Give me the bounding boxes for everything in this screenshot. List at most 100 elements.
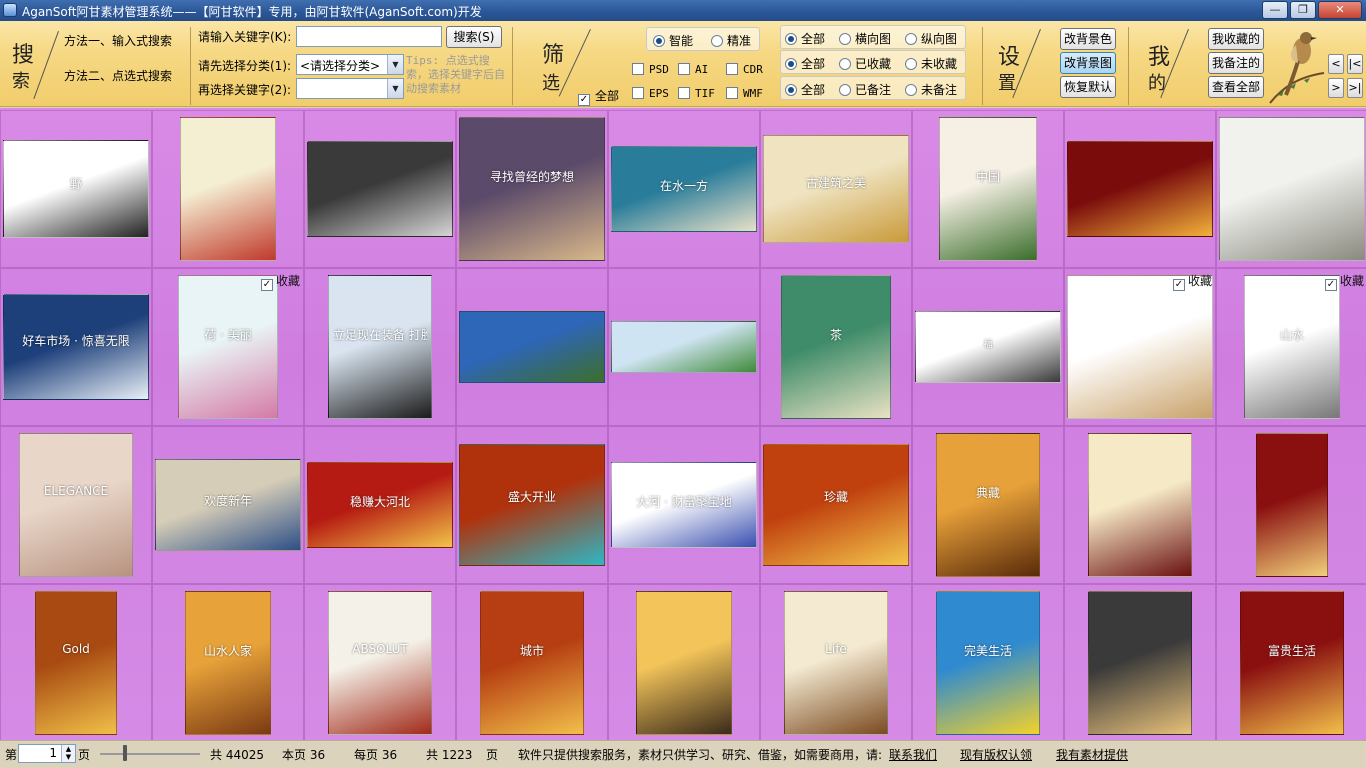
format-cdr-checkbox[interactable]: CDR <box>726 63 763 76</box>
thumbnail-image[interactable]: 大河 · 财富聚宝地 <box>611 462 757 548</box>
minimize-button[interactable]: — <box>1262 1 1288 19</box>
thumbnail-image[interactable]: 古建筑之美 <box>763 135 909 243</box>
thumbnail-cell[interactable]: 山水 ✓ 收藏 <box>1216 268 1366 426</box>
change-bg-image-button[interactable]: 改背景图 <box>1060 52 1116 74</box>
thumbnail-image[interactable]: 山水人家 <box>185 591 271 735</box>
format-tif-checkbox[interactable]: TIF <box>678 87 715 100</box>
zoom-slider-thumb[interactable] <box>123 745 127 761</box>
thumbnail-cell[interactable]: 茶 <box>760 268 912 426</box>
thumbnail-cell[interactable]: 立足现在装备 打胜仗 <box>304 268 456 426</box>
thumbnail-image[interactable]: 珍藏 <box>763 444 909 566</box>
close-button[interactable]: ✕ <box>1318 1 1362 19</box>
notes-yes-radio[interactable]: 已备注 <box>839 81 891 98</box>
thumbnail-image[interactable]: 在水一方 <box>611 146 757 232</box>
contact-us-link[interactable]: 联系我们 <box>889 746 937 763</box>
thumbnail-image[interactable]: ELEGANCE <box>19 433 133 577</box>
thumbnail-cell[interactable] <box>1216 110 1366 268</box>
thumbnail-cell[interactable]: 完美生活 <box>912 584 1064 740</box>
thumbnail-image[interactable]: 荷 · 美丽 <box>178 275 278 419</box>
thumbnail-image[interactable]: 寻找曾经的梦想 <box>459 117 605 261</box>
copyright-claim-link[interactable]: 现有版权认领 <box>960 746 1032 763</box>
thumbnail-cell[interactable]: 稳赚大河北 <box>304 426 456 584</box>
thumbnail-image[interactable]: 野 <box>3 140 149 238</box>
thumbnail-image[interactable]: 富贵生活 <box>1240 591 1344 735</box>
thumbnail-cell[interactable] <box>1216 426 1366 584</box>
thumbnail-image[interactable]: 茶 <box>781 275 891 419</box>
thumbnail-image[interactable]: 盛大开业 <box>459 444 605 566</box>
thumbnail-cell[interactable]: 城市 <box>456 584 608 740</box>
thumbnail-image[interactable]: Life <box>784 591 888 735</box>
favorite-checkbox[interactable]: ✓ 收藏 <box>260 272 300 291</box>
thumbnail-cell[interactable]: 中国 <box>912 110 1064 268</box>
thumbnail-image[interactable]: 中国 <box>939 117 1037 261</box>
format-ai-checkbox[interactable]: AI <box>678 63 708 76</box>
notes-all-radio[interactable]: 全部 <box>785 81 825 98</box>
thumbnail-image[interactable] <box>1088 433 1192 577</box>
thumbnail-cell[interactable]: 珍藏 <box>760 426 912 584</box>
thumbnail-image[interactable]: 好车市场 · 惊喜无限 <box>3 294 149 400</box>
last-page-button[interactable]: >| <box>1347 78 1363 98</box>
maximize-button[interactable]: ❐ <box>1290 1 1316 19</box>
prev-page-button[interactable]: < <box>1328 54 1344 74</box>
zoom-slider-track[interactable] <box>100 753 200 755</box>
thumbnail-image[interactable] <box>1067 275 1213 419</box>
thumbnail-image[interactable]: 典藏 <box>936 433 1040 577</box>
orientation-portrait-radio[interactable]: 纵向图 <box>905 30 957 47</box>
thumbnail-cell[interactable]: ABSOLUT <box>304 584 456 740</box>
thumbnail-cell[interactable]: 典藏 <box>912 426 1064 584</box>
thumbnail-cell[interactable]: 福 <box>912 268 1064 426</box>
format-wmf-checkbox[interactable]: WMF <box>726 87 763 100</box>
orientation-landscape-radio[interactable]: 横向图 <box>839 30 891 47</box>
thumbnail-image[interactable]: 福 <box>915 311 1061 383</box>
keyword-input[interactable] <box>296 26 442 47</box>
thumbnail-image[interactable]: Gold <box>35 591 117 735</box>
thumbnail-image[interactable]: 城市 <box>480 591 584 735</box>
thumbnail-image[interactable]: ABSOLUT <box>328 591 432 735</box>
thumbnail-cell[interactable]: 在水一方 <box>608 110 760 268</box>
format-eps-checkbox[interactable]: EPS <box>632 87 669 100</box>
my-favorites-button[interactable]: 我收藏的 <box>1208 28 1264 50</box>
restore-default-button[interactable]: 恢复默认 <box>1060 76 1116 98</box>
favorite-checkbox[interactable]: ✓ 收藏 <box>1324 272 1364 291</box>
change-bg-color-button[interactable]: 改背景色 <box>1060 28 1116 50</box>
thumbnail-image[interactable]: 稳赚大河北 <box>307 462 453 548</box>
favorite-checkbox[interactable]: ✓ 收藏 <box>1172 272 1212 291</box>
thumbnail-cell[interactable]: 大河 · 财富聚宝地 <box>608 426 760 584</box>
first-page-button[interactable]: |< <box>1347 54 1363 74</box>
thumbnail-cell[interactable] <box>1064 426 1216 584</box>
thumbnail-cell[interactable] <box>608 268 760 426</box>
thumbnail-image[interactable] <box>180 117 276 261</box>
orientation-all-radio[interactable]: 全部 <box>785 30 825 47</box>
thumbnail-cell[interactable] <box>1064 110 1216 268</box>
thumbnail-cell[interactable]: 野 <box>0 110 152 268</box>
page-number-spinner[interactable]: 1 ▲ ▼ <box>18 744 76 763</box>
keyword2-select[interactable]: ▼ <box>296 78 404 99</box>
thumbnail-cell[interactable]: 欢度新年 <box>152 426 304 584</box>
next-page-button[interactable]: > <box>1328 78 1344 98</box>
thumbnail-image[interactable] <box>1256 433 1328 577</box>
thumbnail-cell[interactable]: 好车市场 · 惊喜无限 <box>0 268 152 426</box>
thumbnail-cell[interactable]: 富贵生活 <box>1216 584 1366 740</box>
thumbnail-cell[interactable]: ✓ 收藏 <box>1064 268 1216 426</box>
view-all-button[interactable]: 查看全部 <box>1208 76 1264 98</box>
thumbnail-cell[interactable] <box>1064 584 1216 740</box>
thumbnail-cell[interactable]: 荷 · 美丽 ✓ 收藏 <box>152 268 304 426</box>
thumbnail-cell[interactable]: 古建筑之美 <box>760 110 912 268</box>
favorite-no-radio[interactable]: 未收藏 <box>905 55 957 72</box>
thumbnail-cell[interactable]: 盛大开业 <box>456 426 608 584</box>
thumbnail-image[interactable] <box>636 591 732 735</box>
thumbnail-cell[interactable]: ELEGANCE <box>0 426 152 584</box>
thumbnail-image[interactable]: 山水 <box>1244 275 1340 419</box>
spinner-arrows-icon[interactable]: ▲ ▼ <box>61 745 75 762</box>
thumbnail-cell[interactable]: 寻找曾经的梦想 <box>456 110 608 268</box>
mode-smart-radio[interactable]: 智能 <box>653 32 693 49</box>
thumbnail-cell[interactable]: 山水人家 <box>152 584 304 740</box>
thumbnail-image[interactable]: 立足现在装备 打胜仗 <box>328 275 432 419</box>
thumbnail-cell[interactable] <box>608 584 760 740</box>
search-button[interactable]: 搜索(S) <box>446 26 502 48</box>
format-psd-checkbox[interactable]: PSD <box>632 63 669 76</box>
thumbnail-cell[interactable] <box>304 110 456 268</box>
thumbnail-image[interactable] <box>611 321 757 373</box>
category-select[interactable]: <请选择分类> ▼ <box>296 54 404 75</box>
thumbnail-cell[interactable] <box>152 110 304 268</box>
